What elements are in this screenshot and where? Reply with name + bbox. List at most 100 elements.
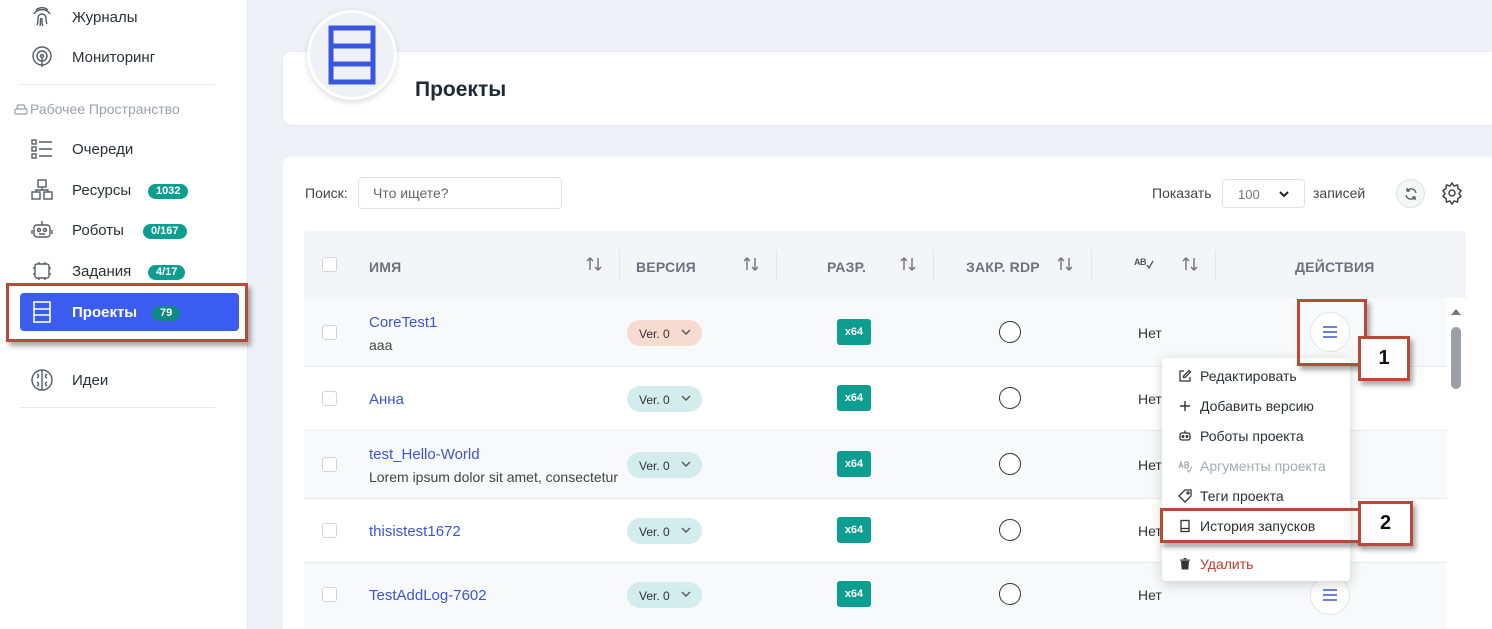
- sort-icon[interactable]: [899, 256, 917, 272]
- row-checkbox[interactable]: [322, 391, 337, 406]
- sidebar-item-label: Мониторинг: [72, 48, 156, 66]
- arguments-column-icon: AB: [1134, 257, 1154, 270]
- resources-count-badge: 1032: [148, 184, 189, 199]
- tasks-count-badge: 4/17: [148, 265, 186, 280]
- edit-icon: [1178, 369, 1192, 383]
- page-size-select[interactable]: 100: [1222, 179, 1305, 208]
- version-select[interactable]: Ver. 0: [627, 320, 702, 346]
- column-header-version[interactable]: ВЕРСИЯ: [636, 259, 696, 275]
- version-value: Ver. 0: [639, 327, 670, 341]
- sidebar-item-robots[interactable]: Роботы 0/167: [20, 211, 239, 249]
- menu-item-label: Теги проекта: [1200, 488, 1284, 504]
- project-name-link[interactable]: TestAddLog-7602: [369, 587, 487, 604]
- sort-icon[interactable]: [742, 256, 760, 272]
- version-select[interactable]: Ver. 0: [627, 582, 702, 608]
- trash-icon: [1178, 557, 1192, 571]
- sort-icon[interactable]: [585, 256, 603, 272]
- sidebar-item-label: Ресурсы: [72, 181, 132, 199]
- row-checkbox[interactable]: [322, 457, 337, 472]
- version-select[interactable]: Ver. 0: [627, 386, 702, 412]
- sidebar-item-resources[interactable]: Ресурсы 1032: [20, 171, 239, 209]
- settings-gear-icon[interactable]: [1440, 181, 1464, 205]
- divider: [20, 407, 215, 408]
- search-label: Поиск:: [305, 185, 348, 201]
- tag-icon: [1178, 489, 1192, 503]
- divider: [776, 250, 777, 280]
- menu-item-add-version[interactable]: Добавить версию: [1162, 392, 1350, 420]
- row-checkbox[interactable]: [322, 523, 337, 538]
- divider: [1091, 250, 1092, 280]
- close-rdp-radio[interactable]: [999, 583, 1021, 605]
- robot-icon: [1178, 429, 1192, 443]
- divider: [933, 250, 934, 280]
- divider: [619, 250, 620, 280]
- project-name-link[interactable]: CoreTest1: [369, 314, 437, 331]
- sidebar-item-label: Журналы: [72, 8, 138, 26]
- version-select[interactable]: Ver. 0: [627, 452, 702, 478]
- scrollbar-thumb[interactable]: [1451, 327, 1461, 389]
- row-checkbox[interactable]: [322, 325, 337, 340]
- menu-item-delete[interactable]: Удалить: [1162, 550, 1350, 578]
- menu-item-project-robots[interactable]: Роботы проекта: [1162, 422, 1350, 450]
- row-actions-button[interactable]: [1310, 575, 1350, 615]
- menu-item-label: Удалить: [1200, 556, 1254, 572]
- sidebar-item-monitoring[interactable]: Мониторинг: [20, 38, 239, 76]
- refresh-button[interactable]: [1396, 179, 1425, 208]
- page-size-value: 100: [1238, 187, 1260, 202]
- version-value: Ver. 0: [639, 393, 670, 407]
- project-name-link[interactable]: test_Hello-World: [369, 446, 480, 463]
- divider: [20, 84, 215, 85]
- arch-badge: x64: [837, 517, 871, 543]
- menu-item-project-tags[interactable]: Теги проекта: [1162, 482, 1350, 510]
- chevron-down-icon: [1278, 188, 1290, 200]
- robot-icon: [30, 218, 54, 242]
- arguments-icon: [1178, 459, 1192, 473]
- refresh-icon: [1404, 187, 1418, 201]
- sidebar-item-ideas[interactable]: Идеи: [20, 361, 239, 399]
- sort-icon[interactable]: [1181, 256, 1199, 272]
- sidebar-item-label: Очереди: [72, 140, 134, 158]
- menu-item-label: Добавить версию: [1200, 398, 1314, 414]
- chevron-down-icon: [681, 328, 691, 336]
- version-select[interactable]: Ver. 0: [627, 518, 702, 544]
- project-name-link[interactable]: thisistest1672: [369, 523, 461, 540]
- sort-icon[interactable]: [1056, 256, 1074, 272]
- menu-item-edit[interactable]: Редактировать: [1162, 362, 1350, 390]
- row-checkbox[interactable]: [322, 587, 337, 602]
- arguments-value: Нет: [1138, 391, 1162, 407]
- plus-icon: [1178, 399, 1192, 413]
- sidebar-item-queues[interactable]: Очереди: [20, 130, 239, 168]
- project-description: Lorem ipsum dolor sit amet, consectetur: [369, 469, 618, 485]
- search-input[interactable]: [358, 177, 562, 209]
- resources-icon: [30, 178, 54, 202]
- highlight-run-history: [1160, 508, 1361, 543]
- chevron-down-icon: [681, 394, 691, 402]
- projects-icon: [307, 10, 397, 100]
- arch-badge: x64: [837, 581, 871, 607]
- chevron-down-icon: [681, 460, 691, 468]
- section-label: Рабочее Пространство: [30, 101, 180, 117]
- project-name-link[interactable]: Анна: [369, 391, 404, 408]
- arguments-value: Нет: [1138, 587, 1162, 603]
- select-all-checkbox[interactable]: [322, 257, 337, 272]
- row-actions-menu: Редактировать Добавить версию Роботы про…: [1162, 358, 1350, 581]
- menu-item-label: Аргументы проекта: [1200, 458, 1326, 474]
- arguments-value: Нет: [1138, 325, 1162, 341]
- close-rdp-radio[interactable]: [999, 453, 1021, 475]
- close-rdp-radio[interactable]: [999, 387, 1021, 409]
- close-rdp-radio[interactable]: [999, 321, 1021, 343]
- column-header-arch[interactable]: РАЗР.: [827, 259, 866, 275]
- close-rdp-radio[interactable]: [999, 519, 1021, 541]
- project-description: aaa: [369, 337, 393, 353]
- column-header-close-rdp[interactable]: ЗАКР. RDP: [966, 259, 1040, 275]
- fingerprint-icon: [30, 5, 54, 29]
- scroll-up-arrow[interactable]: [1450, 308, 1462, 316]
- table-row: [304, 298, 1447, 367]
- column-header-arguments: AB: [1134, 257, 1147, 267]
- column-header-name[interactable]: ИМЯ: [369, 259, 401, 275]
- sidebar-item-journals[interactable]: Журналы: [20, 0, 239, 36]
- section-workspace: Рабочее Пространство: [14, 101, 180, 117]
- table-header: [304, 231, 1466, 298]
- chevron-down-icon: [681, 526, 691, 534]
- drive-icon: [14, 102, 28, 116]
